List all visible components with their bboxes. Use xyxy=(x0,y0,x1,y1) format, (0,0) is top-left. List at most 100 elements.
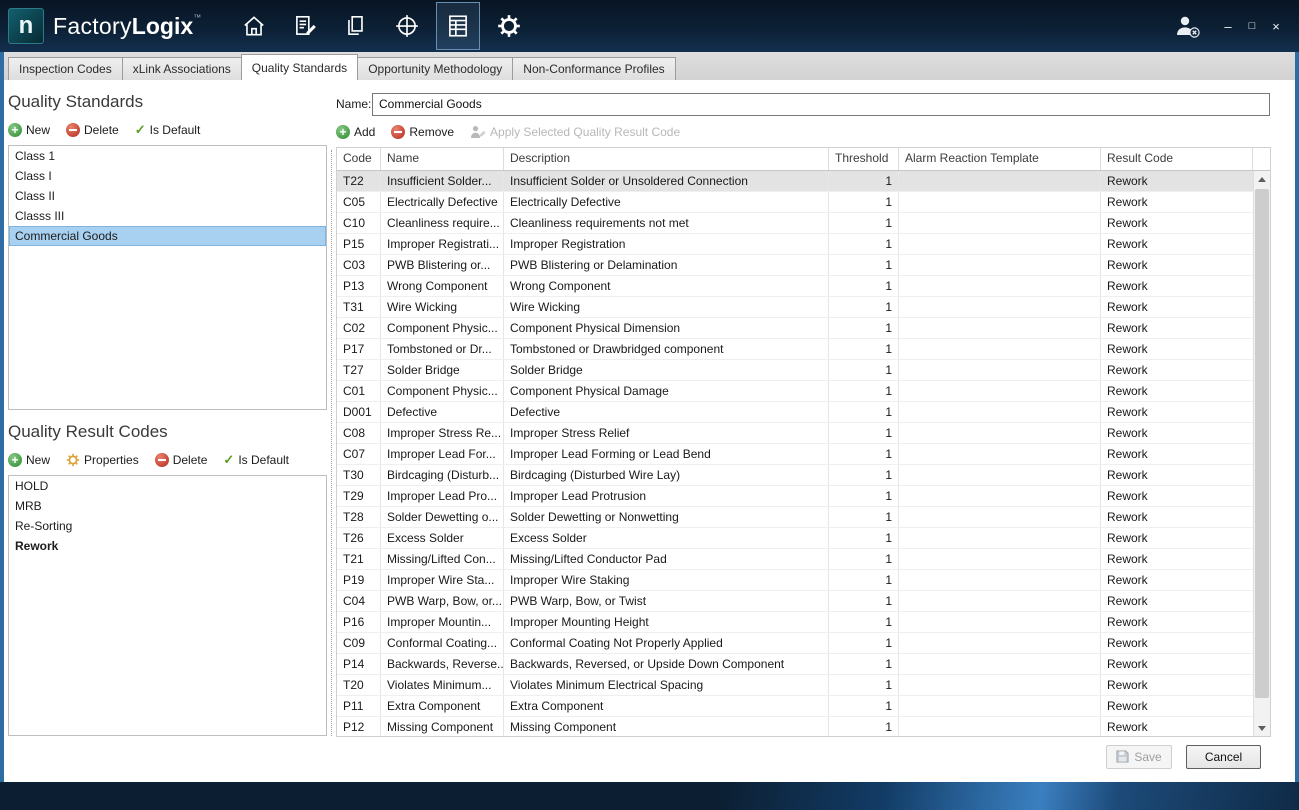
close-button[interactable]: × xyxy=(1265,14,1287,38)
panel-splitter[interactable] xyxy=(327,80,336,782)
result-code-properties-button[interactable]: Properties xyxy=(66,453,139,467)
table-row[interactable]: P14Backwards, Reverse...Backwards, Rever… xyxy=(337,654,1253,675)
quality-standards-title: Quality Standards xyxy=(8,90,327,114)
table-row[interactable]: T22Insufficient Solder...Insufficient So… xyxy=(337,171,1253,192)
table-row[interactable]: T30Birdcaging (Disturb...Birdcaging (Dis… xyxy=(337,465,1253,486)
column-header-result_code[interactable]: Result Code xyxy=(1101,148,1253,170)
table-row[interactable]: C08Improper Stress Re...Improper Stress … xyxy=(337,423,1253,444)
tab-bar: Inspection CodesxLink AssociationsQualit… xyxy=(4,52,1295,80)
new-standard-button[interactable]: New xyxy=(8,123,50,137)
table-row[interactable]: C05Electrically DefectiveElectrically De… xyxy=(337,192,1253,213)
scrollbar-thumb[interactable] xyxy=(1255,189,1269,698)
table-row[interactable]: P15Improper Registrati...Improper Regist… xyxy=(337,234,1253,255)
cancel-button[interactable]: Cancel xyxy=(1186,745,1261,769)
table-row[interactable]: P11Extra ComponentExtra Component1Rework xyxy=(337,696,1253,717)
cell-alarm_reaction_template xyxy=(899,360,1101,380)
delete-result-code-label: Delete xyxy=(173,453,208,467)
factorylogix-window: n FactoryLogix™ xyxy=(0,0,1299,810)
brand-name: FactoryLogix™ xyxy=(53,13,201,40)
list-item[interactable]: Commercial Goods xyxy=(9,226,326,246)
table-row[interactable]: T27Solder BridgeSolder Bridge1Rework xyxy=(337,360,1253,381)
cell-threshold: 1 xyxy=(829,696,899,716)
is-default-standard-button[interactable]: Is Default xyxy=(135,122,201,138)
target-circle-icon[interactable] xyxy=(385,2,429,50)
table-row[interactable]: C09Conformal Coating...Conformal Coating… xyxy=(337,633,1253,654)
maximize-button[interactable]: □ xyxy=(1241,14,1263,38)
cell-description: Missing/Lifted Conductor Pad xyxy=(504,549,829,569)
list-item[interactable]: Class I xyxy=(9,166,326,186)
column-header-threshold[interactable]: Threshold xyxy=(829,148,899,170)
table-row[interactable]: P13Wrong ComponentWrong Component1Rework xyxy=(337,276,1253,297)
minimize-button[interactable]: – xyxy=(1217,14,1239,38)
save-button[interactable]: Save xyxy=(1106,745,1172,769)
cell-alarm_reaction_template xyxy=(899,717,1101,736)
tab-xlink-associations[interactable]: xLink Associations xyxy=(122,57,242,80)
scroll-up-button[interactable] xyxy=(1254,171,1270,187)
cell-name: Improper Registrati... xyxy=(381,234,504,254)
apply-result-code-button[interactable]: Apply Selected Quality Result Code xyxy=(470,125,680,139)
plus-circle-icon xyxy=(8,453,22,467)
cell-name: Birdcaging (Disturb... xyxy=(381,465,504,485)
table-row[interactable]: D001DefectiveDefective1Rework xyxy=(337,402,1253,423)
save-label: Save xyxy=(1134,750,1161,764)
cell-description: Extra Component xyxy=(504,696,829,716)
table-row[interactable]: C10Cleanliness require...Cleanliness req… xyxy=(337,213,1253,234)
table-row[interactable]: P16Improper Mountin...Improper Mounting … xyxy=(337,612,1253,633)
grid-toolbar: Add Remove Apply Selected Quality Result… xyxy=(336,123,1270,141)
delete-standard-button[interactable]: Delete xyxy=(66,123,119,137)
table-row[interactable]: P19Improper Wire Sta...Improper Wire Sta… xyxy=(337,570,1253,591)
column-header-code[interactable]: Code xyxy=(337,148,381,170)
new-result-code-label: New xyxy=(26,453,50,467)
cell-alarm_reaction_template xyxy=(899,255,1101,275)
tab-inspection-codes[interactable]: Inspection Codes xyxy=(8,57,123,80)
delete-result-code-button[interactable]: Delete xyxy=(155,453,208,467)
cell-threshold: 1 xyxy=(829,234,899,254)
table-row[interactable]: C04PWB Warp, Bow, or...PWB Warp, Bow, or… xyxy=(337,591,1253,612)
list-item[interactable]: Class II xyxy=(9,186,326,206)
column-header-alarm_reaction_template[interactable]: Alarm Reaction Template xyxy=(899,148,1101,170)
table-row[interactable]: T26Excess SolderExcess Solder1Rework xyxy=(337,528,1253,549)
add-code-button[interactable]: Add xyxy=(336,125,375,139)
tab-quality-standards[interactable]: Quality Standards xyxy=(241,54,358,80)
list-item[interactable]: Classs III xyxy=(9,206,326,226)
list-item[interactable]: Class 1 xyxy=(9,146,326,166)
vertical-scrollbar[interactable] xyxy=(1253,171,1270,736)
table-row[interactable]: T31Wire WickingWire Wicking1Rework xyxy=(337,297,1253,318)
list-item[interactable]: HOLD xyxy=(9,476,326,496)
tab-opportunity-methodology[interactable]: Opportunity Methodology xyxy=(357,57,513,80)
list-item[interactable]: Rework xyxy=(9,536,326,556)
remove-code-button[interactable]: Remove xyxy=(391,125,454,139)
table-row[interactable]: C01Component Physic...Component Physical… xyxy=(337,381,1253,402)
table-row[interactable]: P17Tombstoned or Dr...Tombstoned or Draw… xyxy=(337,339,1253,360)
column-header-name[interactable]: Name xyxy=(381,148,504,170)
app-logo: n FactoryLogix™ xyxy=(8,8,220,44)
documents-icon[interactable] xyxy=(334,2,378,50)
cell-alarm_reaction_template xyxy=(899,423,1101,443)
table-row[interactable]: C02Component Physic...Component Physical… xyxy=(337,318,1253,339)
tab-non-conformance-profiles[interactable]: Non-Conformance Profiles xyxy=(512,57,675,80)
name-input[interactable] xyxy=(372,93,1270,116)
new-result-code-button[interactable]: New xyxy=(8,453,50,467)
table-row[interactable]: P12Missing ComponentMissing Component1Re… xyxy=(337,717,1253,736)
is-default-result-code-button[interactable]: Is Default xyxy=(223,452,289,468)
table-row[interactable]: T20Violates Minimum...Violates Minimum E… xyxy=(337,675,1253,696)
table-row[interactable]: T29Improper Lead Pro...Improper Lead Pro… xyxy=(337,486,1253,507)
gear-icon[interactable] xyxy=(487,2,531,50)
table-row[interactable]: C07Improper Lead For...Improper Lead For… xyxy=(337,444,1253,465)
cell-code: P14 xyxy=(337,654,381,674)
table-row[interactable]: T21Missing/Lifted Con...Missing/Lifted C… xyxy=(337,549,1253,570)
cell-threshold: 1 xyxy=(829,528,899,548)
table-row[interactable]: T28Solder Dewetting o...Solder Dewetting… xyxy=(337,507,1253,528)
table-document-icon[interactable] xyxy=(436,2,480,50)
scrollbar-track[interactable] xyxy=(1254,187,1270,720)
list-item[interactable]: Re-Sorting xyxy=(9,516,326,536)
table-row[interactable]: C03PWB Blistering or...PWB Blistering or… xyxy=(337,255,1253,276)
home-icon[interactable] xyxy=(232,2,276,50)
cell-alarm_reaction_template xyxy=(899,591,1101,611)
scroll-down-button[interactable] xyxy=(1254,720,1270,736)
user-logout-icon[interactable] xyxy=(1173,13,1201,39)
list-item[interactable]: MRB xyxy=(9,496,326,516)
column-header-description[interactable]: Description xyxy=(504,148,829,170)
cell-threshold: 1 xyxy=(829,675,899,695)
document-edit-icon[interactable] xyxy=(283,2,327,50)
